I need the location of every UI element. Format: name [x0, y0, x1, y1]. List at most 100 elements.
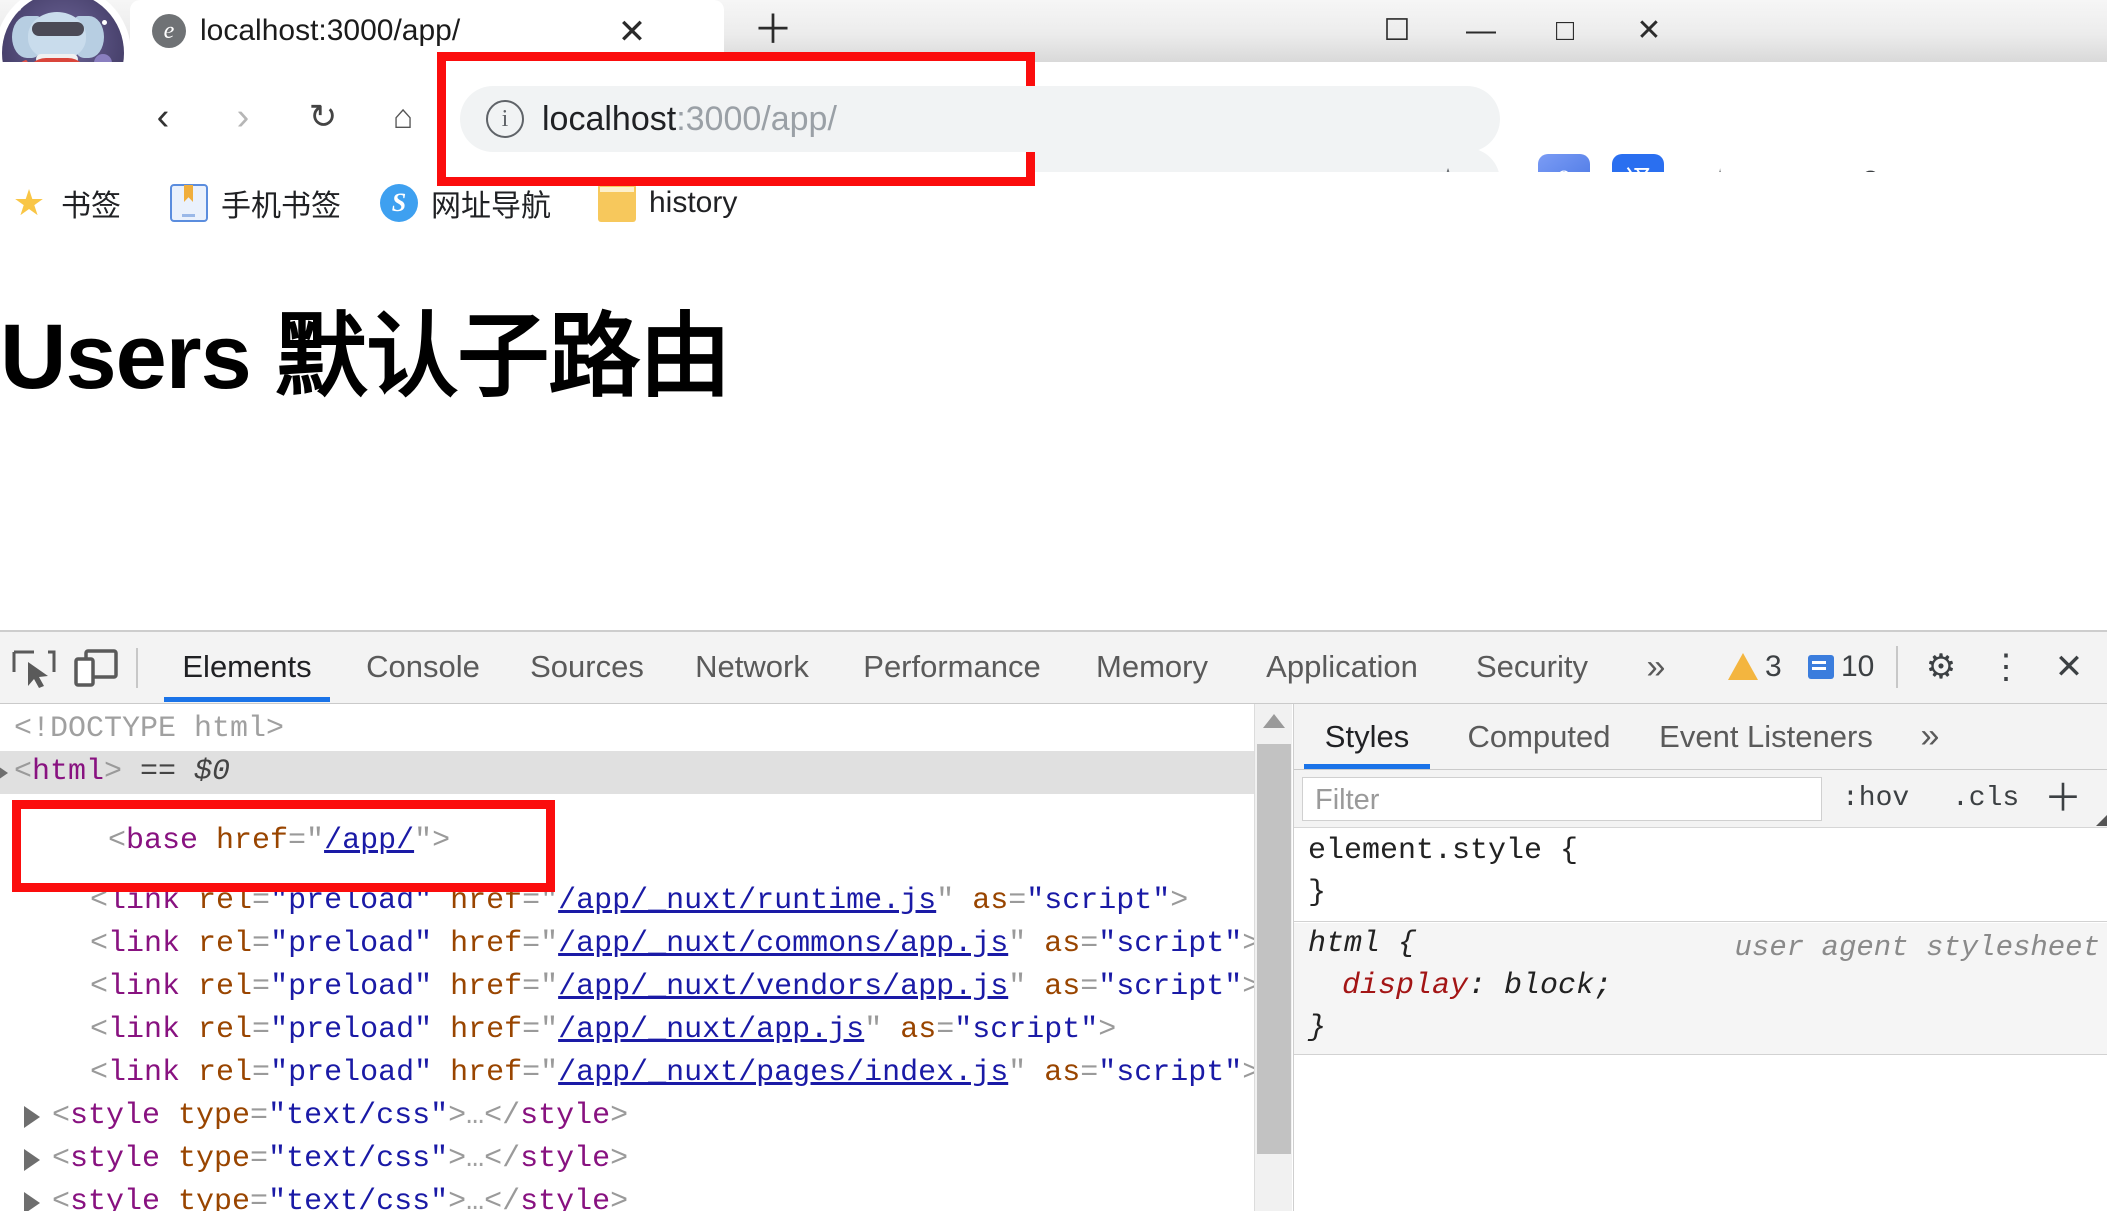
page-viewport: Users 默认子路由	[0, 234, 2107, 630]
new-style-rule-button[interactable]: ＋	[2044, 770, 2082, 828]
tab-memory[interactable]: Memory	[1072, 632, 1232, 702]
tab-computed[interactable]: Computed	[1444, 704, 1634, 769]
code-token: >	[1170, 884, 1189, 918]
expand-triangle-collapsed-icon[interactable]	[24, 1149, 40, 1171]
code-token[interactable]: /app/_nuxt/pages/index.js	[558, 1056, 1008, 1090]
code-token: rel	[180, 1056, 253, 1090]
bookmark-item-navsite[interactable]: S 网址导航	[380, 172, 551, 234]
tab-performance[interactable]: Performance	[842, 632, 1062, 702]
rule-element-style[interactable]: element.style { }	[1294, 830, 2107, 922]
rule-selector-text: html {	[1308, 927, 1417, 961]
warnings-indicator[interactable]: 3	[1728, 632, 1782, 702]
dom-code-line[interactable]: <style type="text/css">…</style>	[0, 1181, 1254, 1211]
code-token: =	[1080, 1056, 1099, 1090]
dom-code-line[interactable]: <link rel="preload" href="/app/_nuxt/com…	[0, 923, 1254, 966]
browser-tab[interactable]: e localhost:3000/app/ ✕	[130, 0, 724, 62]
kebab-menu-icon[interactable]: ⋮	[1980, 632, 2032, 702]
bookmark-item-mobile[interactable]: 手机书签	[170, 172, 341, 234]
code-token: =	[936, 1013, 955, 1047]
filter-input[interactable]: Filter	[1302, 777, 1822, 821]
home-icon[interactable]: ⌂	[372, 86, 434, 148]
close-icon[interactable]: ✕	[610, 12, 654, 52]
dom-code-line[interactable]: <link rel="preload" href="/app/_nuxt/ven…	[0, 966, 1254, 1009]
code-token: <	[90, 1013, 109, 1047]
code-token: style	[70, 1185, 161, 1211]
bookmark-item-shuqian[interactable]: ★ 书签	[10, 172, 121, 234]
dom-code-line[interactable]: <link rel="preload" href="/app/_nuxt/run…	[0, 880, 1254, 923]
code-token[interactable]: /app/_nuxt/app.js	[558, 1013, 864, 1047]
dom-tree-pane[interactable]: <!DOCTYPE html> <html> == $0 <head> <base h…	[0, 704, 1254, 1211]
warning-count: 3	[1765, 650, 1782, 683]
tab-sources[interactable]: Sources	[512, 632, 662, 702]
tab-event-listeners[interactable]: Event Listeners	[1642, 704, 1890, 769]
forward-icon[interactable]: ›	[212, 86, 274, 148]
code-token: type	[160, 1142, 251, 1176]
styles-pane: Styles Computed Event Listeners » Filter…	[1293, 704, 2107, 1211]
scrollbar-thumb[interactable]	[1257, 744, 1291, 1154]
bookmark-item-history[interactable]: history	[598, 172, 737, 234]
code-token: link	[108, 927, 181, 961]
back-icon[interactable]: ‹	[132, 86, 194, 148]
dom-code-line[interactable]: <!DOCTYPE html>	[0, 708, 1254, 751]
dom-code-line[interactable]: <html> == $0	[0, 751, 1254, 794]
reload-icon[interactable]: ↻	[292, 86, 354, 148]
tab-styles[interactable]: Styles	[1304, 704, 1430, 769]
code-token: <	[52, 1099, 71, 1133]
address-bar-highlighted-copy[interactable]: i localhost:3000/app/	[460, 86, 1500, 152]
styles-filter-bar: Filter :hov .cls ＋	[1294, 770, 2107, 828]
inspect-element-icon[interactable]	[8, 646, 64, 690]
dom-code-line[interactable]: <style type="text/css">…</style>	[0, 1095, 1254, 1138]
styles-more-tabs-icon[interactable]: »	[1900, 704, 1960, 769]
expand-triangle-collapsed-icon[interactable]	[24, 1192, 40, 1211]
dom-code-line[interactable]: <style type="text/css">…</style>	[0, 1138, 1254, 1181]
code-token: <	[90, 1056, 109, 1090]
code-token: "text/css"	[268, 1185, 449, 1211]
code-token[interactable]: /app/_nuxt/vendors/app.js	[558, 970, 1008, 1004]
close-devtools-icon[interactable]: ✕	[2038, 632, 2100, 702]
gear-icon[interactable]: ⚙	[1910, 632, 1972, 702]
device-toolbar-icon[interactable]	[70, 646, 126, 690]
close-window-icon[interactable]: ✕	[1607, 0, 1691, 62]
dom-code-line[interactable]: <link rel="preload" href="/app/_nuxt/app…	[0, 1009, 1254, 1052]
dom-code-line[interactable]: <link rel="preload" href="/app/_nuxt/pag…	[0, 1052, 1254, 1095]
tab-application[interactable]: Application	[1242, 632, 1442, 702]
collections-icon[interactable]: ☐	[1355, 0, 1439, 62]
tab-console[interactable]: Console	[348, 632, 498, 702]
base-href-line-highlighted-copy[interactable]: <base href="/app/">	[30, 820, 450, 863]
code-token: style	[70, 1099, 161, 1133]
expand-triangle-collapsed-icon[interactable]	[0, 762, 8, 784]
dom-tree-scrollbar[interactable]	[1254, 704, 1292, 1211]
bookmark-label: 书签	[61, 190, 121, 223]
minimize-icon[interactable]: —	[1439, 0, 1523, 62]
code-token: style	[520, 1099, 611, 1133]
rule-close-brace: }	[1308, 876, 1327, 910]
bookmarks-bar: ★ 书签 手机书签 S 网址导航 history	[0, 172, 2107, 234]
expand-triangle-collapsed-icon[interactable]	[24, 1106, 40, 1128]
code-token: style	[520, 1142, 611, 1176]
resize-corner-icon[interactable]	[2084, 814, 2107, 826]
code-token[interactable]: /app/_nuxt/runtime.js	[558, 884, 936, 918]
code-token: "script"	[1098, 970, 1243, 1004]
maximize-icon[interactable]: □	[1523, 0, 1607, 62]
more-tabs-icon[interactable]: »	[1628, 632, 1684, 702]
rule-declaration[interactable]: display: block;	[1294, 965, 2107, 1007]
code-token: <	[90, 970, 109, 1004]
site-info-icon-copy[interactable]: i	[486, 100, 524, 138]
tab-security[interactable]: Security	[1452, 632, 1612, 702]
bookmark-label: history	[649, 186, 738, 219]
hov-toggle[interactable]: :hov	[1842, 770, 1909, 828]
new-tab-button[interactable]: ＋	[728, 0, 818, 62]
tab-network[interactable]: Network	[672, 632, 832, 702]
tab-elements[interactable]: Elements	[164, 632, 330, 702]
code-token: >	[448, 1142, 467, 1176]
rule-html-user-agent[interactable]: html { user agent stylesheet display: bl…	[1294, 923, 2107, 1055]
toolbar-divider-right	[1896, 646, 1898, 688]
scroll-up-icon[interactable]	[1263, 714, 1285, 728]
code-token[interactable]: /app/_nuxt/commons/app.js	[558, 927, 1008, 961]
messages-indicator[interactable]: 10	[1808, 632, 1874, 702]
cls-toggle[interactable]: .cls	[1952, 770, 2019, 828]
code-token: == $0	[122, 755, 231, 789]
screenshot-root: e localhost:3000/app/ ✕ ＋ ☐ — □ ✕ ‹ › ↻ …	[0, 0, 2107, 1211]
code-token: =	[250, 1142, 269, 1176]
page-title: Users 默认子路由	[0, 306, 731, 408]
